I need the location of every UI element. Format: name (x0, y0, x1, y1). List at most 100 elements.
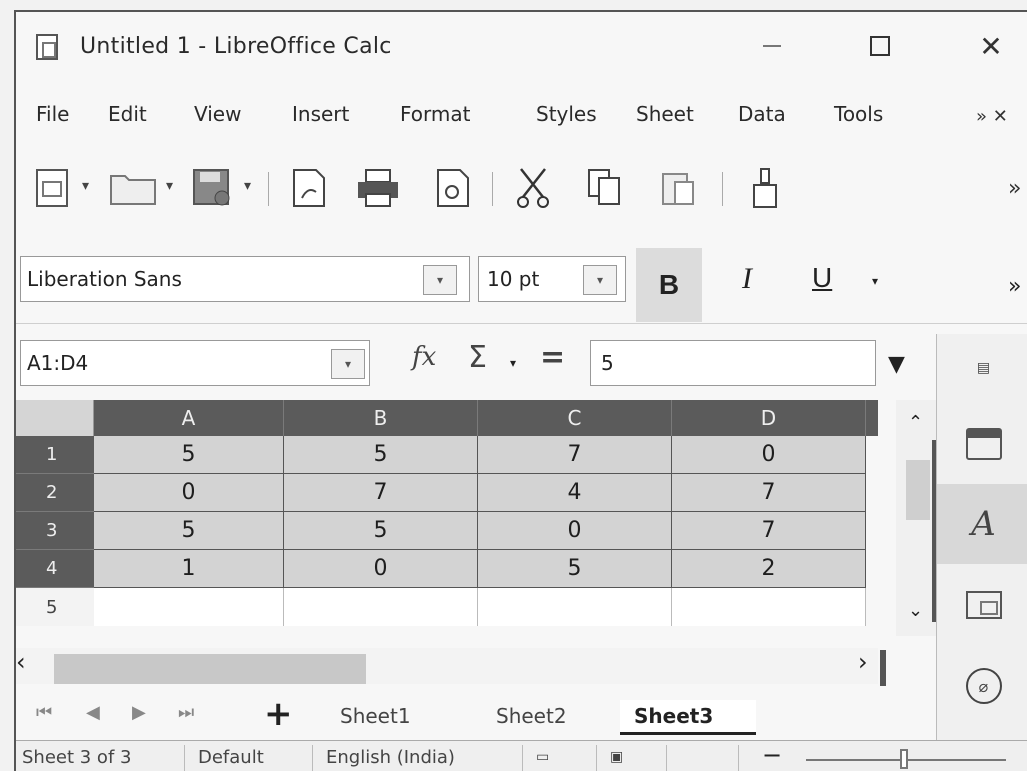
column-header-b[interactable]: B (284, 400, 478, 436)
clone-formatting-button[interactable] (742, 162, 788, 214)
underline-button[interactable]: U (812, 262, 832, 294)
vertical-scroll-thumb[interactable] (906, 460, 930, 520)
scroll-left-icon[interactable]: ‹ (16, 648, 26, 676)
formula-button[interactable]: = (540, 340, 565, 375)
vertical-scrollbar[interactable]: ⌃ ⌄ (896, 400, 938, 636)
font-name-dropdown-button[interactable]: ▾ (423, 265, 457, 295)
menu-format[interactable]: Format (400, 102, 470, 126)
cell-b3[interactable]: 5 (284, 512, 478, 550)
paste-button[interactable] (656, 162, 702, 214)
cell-a3[interactable]: 5 (94, 512, 284, 550)
formula-input[interactable]: 5 (590, 340, 876, 386)
scroll-right-icon[interactable]: › (858, 648, 868, 676)
horizontal-splitter[interactable] (880, 650, 886, 686)
print-preview-button[interactable] (430, 162, 476, 214)
scroll-down-icon[interactable]: ⌄ (908, 600, 923, 621)
cut-button[interactable] (510, 162, 556, 214)
menu-overflow-button[interactable]: » ✕ (976, 106, 1008, 127)
export-pdf-button[interactable] (284, 162, 334, 214)
cell-b4[interactable]: 0 (284, 550, 478, 588)
name-box[interactable]: A1:D4 ▾ (20, 340, 370, 386)
menu-styles[interactable]: Styles (536, 102, 597, 126)
cell-d5[interactable] (672, 588, 866, 626)
sidebar-navigator-button[interactable]: ⌀ (937, 646, 1027, 726)
sidebar-properties-button[interactable] (937, 404, 1027, 484)
cell-a1[interactable]: 5 (94, 436, 284, 474)
select-all-corner[interactable] (16, 400, 94, 436)
menu-file[interactable]: File (36, 102, 69, 126)
cell-a4[interactable]: 1 (94, 550, 284, 588)
sidebar-settings-icon[interactable]: ▤ (937, 348, 1027, 388)
function-wizard-button[interactable]: fx (412, 342, 436, 372)
name-box-dropdown-button[interactable]: ▾ (331, 349, 365, 379)
minimize-button[interactable] (752, 28, 792, 64)
sidebar-gallery-button[interactable] (937, 570, 1027, 640)
row-header-3[interactable]: 3 (16, 512, 94, 550)
last-sheet-icon[interactable]: ⏭ (178, 702, 194, 723)
cell-c1[interactable]: 7 (478, 436, 672, 474)
cell-d2[interactable]: 7 (672, 474, 866, 512)
horizontal-scrollbar[interactable]: ‹ › (16, 648, 878, 684)
expand-formula-bar-button[interactable]: ▼ (888, 352, 905, 377)
horizontal-scroll-thumb[interactable] (54, 654, 366, 684)
cell-b5[interactable] (284, 588, 478, 626)
font-name-combobox[interactable]: Liberation Sans ▾ (20, 256, 470, 302)
zoom-slider-knob[interactable] (900, 749, 908, 769)
new-document-button[interactable] (28, 162, 76, 214)
font-size-combobox[interactable]: 10 pt ▾ (478, 256, 626, 302)
print-button[interactable] (352, 162, 404, 214)
menu-sheet[interactable]: Sheet (636, 102, 694, 126)
cell-c3[interactable]: 0 (478, 512, 672, 550)
next-sheet-icon[interactable]: ▶ (132, 702, 146, 723)
cell-d4[interactable]: 2 (672, 550, 866, 588)
menu-data[interactable]: Data (738, 102, 786, 126)
sum-dropdown-arrow[interactable]: ▾ (510, 356, 516, 370)
cell-a5[interactable] (94, 588, 284, 626)
toolbar-overflow-button[interactable]: » (1008, 176, 1021, 201)
cell-d3[interactable]: 7 (672, 512, 866, 550)
tab-sheet3[interactable]: Sheet3 (620, 700, 756, 735)
menu-tools[interactable]: Tools (834, 102, 883, 126)
previous-sheet-icon[interactable]: ◀ (86, 702, 100, 723)
menu-view[interactable]: View (194, 102, 241, 126)
font-size-dropdown-button[interactable]: ▾ (583, 265, 617, 295)
tab-sheet2[interactable]: Sheet2 (482, 700, 581, 732)
cell-a2[interactable]: 0 (94, 474, 284, 512)
copy-button[interactable] (582, 162, 628, 214)
open-dropdown-arrow[interactable]: ▾ (166, 178, 173, 194)
sidebar-styles-button[interactable]: A (937, 484, 1027, 564)
italic-button[interactable]: I (742, 262, 752, 296)
column-header-c[interactable]: C (478, 400, 672, 436)
row-header-1[interactable]: 1 (16, 436, 94, 474)
new-dropdown-arrow[interactable]: ▾ (82, 178, 89, 194)
save-dropdown-arrow[interactable]: ▾ (244, 178, 251, 194)
menu-insert[interactable]: Insert (292, 102, 349, 126)
add-sheet-button[interactable]: + (264, 694, 293, 734)
underline-dropdown-arrow[interactable]: ▾ (872, 274, 878, 288)
row-header-2[interactable]: 2 (16, 474, 94, 512)
language-status[interactable]: English (India) (326, 747, 455, 768)
formatting-overflow-button[interactable]: » (1008, 274, 1021, 299)
open-button[interactable] (104, 162, 162, 214)
cell-c2[interactable]: 4 (478, 474, 672, 512)
page-style-status[interactable]: Default (198, 747, 264, 768)
save-button[interactable] (186, 162, 238, 214)
close-button[interactable]: ✕ (971, 28, 1011, 64)
menu-edit[interactable]: Edit (108, 102, 147, 126)
cell-b1[interactable]: 5 (284, 436, 478, 474)
bold-button[interactable]: B (636, 248, 702, 322)
column-header-d[interactable]: D (672, 400, 866, 436)
zoom-out-button[interactable]: − (762, 741, 782, 769)
cell-c4[interactable]: 5 (478, 550, 672, 588)
row-header-5[interactable]: 5 (16, 588, 94, 626)
column-header-a[interactable]: A (94, 400, 284, 436)
tab-sheet1[interactable]: Sheet1 (326, 700, 425, 732)
cell-b2[interactable]: 7 (284, 474, 478, 512)
row-header-4[interactable]: 4 (16, 550, 94, 588)
scroll-up-icon[interactable]: ⌃ (908, 412, 923, 433)
selection-mode-icon[interactable]: ▣ (610, 749, 623, 765)
sum-button[interactable]: Σ (468, 340, 487, 375)
maximize-button[interactable] (860, 28, 900, 64)
cell-c5[interactable] (478, 588, 672, 626)
first-sheet-icon[interactable]: ⏮ (36, 702, 52, 723)
